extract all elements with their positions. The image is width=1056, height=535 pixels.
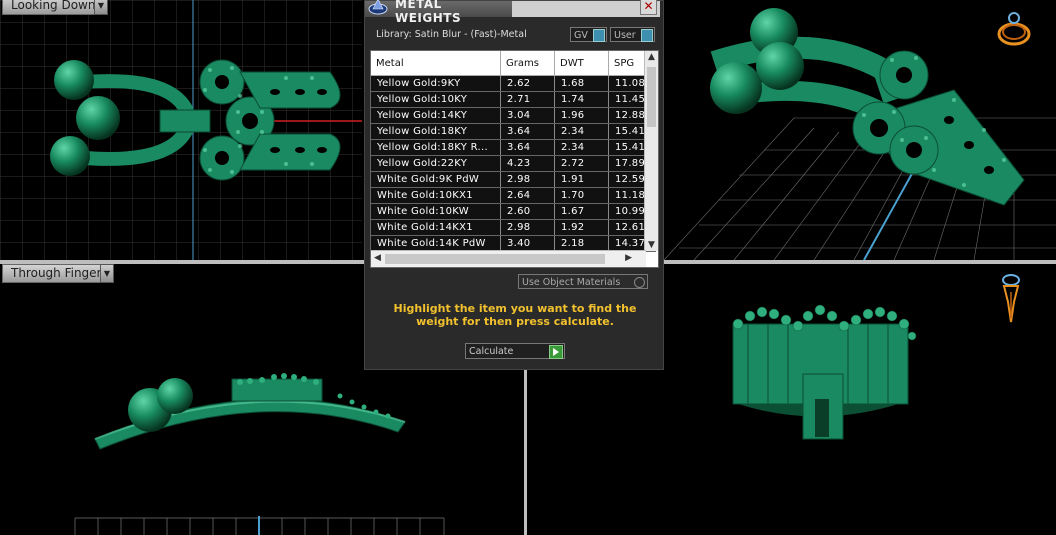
vertical-scroll-thumb[interactable] (647, 67, 656, 127)
dwt-cell: 1.67 (554, 203, 609, 220)
dwt-cell: 2.72 (554, 155, 609, 172)
dwt-cell: 1.70 (554, 187, 609, 204)
table-row[interactable]: Yellow Gold:9KY 2.62 1.68 11.08 (371, 75, 656, 92)
use-object-materials-toggle[interactable]: Use Object Materials (518, 274, 648, 289)
radio-indicator-icon (634, 277, 645, 288)
metal-cell: Yellow Gold:18KY (371, 123, 501, 140)
top-view-model (0, 0, 362, 260)
grams-cell: 3.04 (500, 107, 555, 124)
grams-cell: 3.64 (500, 123, 555, 140)
use-object-materials-label: Use Object Materials (522, 277, 621, 288)
metal-cell: White Gold:10KW (371, 203, 501, 220)
viewport-looking-down[interactable]: Looking Down ▼ (0, 0, 362, 260)
table-row[interactable]: White Gold:14KX1 2.98 1.92 12.61 (371, 219, 656, 236)
dwt-cell: 2.34 (554, 139, 609, 156)
gv-toggle-label: GV (574, 30, 588, 41)
ring-side-orientation-icon[interactable] (996, 272, 1026, 328)
grams-cell: 4.23 (500, 155, 555, 172)
dialog-title-bar[interactable]: METAL WEIGHTS (365, 0, 512, 25)
user-toggle[interactable]: User (610, 27, 655, 42)
grams-cell: 2.71 (500, 91, 555, 108)
toggle-knob-icon (593, 29, 605, 42)
dwt-cell: 1.74 (554, 91, 609, 108)
scroll-left-icon[interactable]: ◀ (374, 253, 381, 263)
calculate-label: Calculate (469, 346, 514, 357)
viewport-dropdown-chevron-icon[interactable]: ▼ (94, 0, 108, 15)
table-row[interactable]: White Gold:10KW 2.60 1.67 10.99 (371, 203, 656, 220)
grams-cell: 2.98 (500, 171, 555, 188)
viewport-label-through-finger[interactable]: Through Finger (2, 264, 111, 283)
table-row[interactable]: Yellow Gold:14KY 3.04 1.96 12.88 (371, 107, 656, 124)
table-row[interactable]: Yellow Gold:18KY R... 3.64 2.34 15.41 (371, 139, 656, 156)
table-row[interactable]: White Gold:9K PdW 2.98 1.91 12.59 (371, 171, 656, 188)
viewport-label-looking-down[interactable]: Looking Down (2, 0, 105, 15)
instruction-text: Highlight the item you want to find the … (393, 302, 637, 328)
table-row[interactable]: White Gold:10KX1 2.64 1.70 11.18 (371, 187, 656, 204)
dialog-title: METAL WEIGHTS (395, 0, 462, 25)
metal-weights-table: Metal Grams DWT SPG Yellow Gold:9KY 2.62 1… (370, 50, 659, 268)
library-label: Library: Satin Blur - (Fast)-Metal (376, 29, 527, 40)
table-vertical-scrollbar[interactable]: ▲ ▼ (644, 51, 658, 251)
grams-cell: 2.60 (500, 203, 555, 220)
metal-cell: Yellow Gold:18KY R... (371, 139, 501, 156)
gv-toggle[interactable]: GV (570, 27, 607, 42)
column-header-grams[interactable]: Grams (500, 51, 555, 76)
scroll-right-icon[interactable]: ▶ (625, 253, 632, 263)
dialog-title-bar-extension[interactable]: ✕ (512, 0, 660, 17)
horizontal-scroll-thumb[interactable] (385, 254, 605, 264)
metal-cell: Yellow Gold:9KY (371, 75, 501, 92)
metal-cell: Yellow Gold:22KY (371, 155, 501, 172)
table-row[interactable]: Yellow Gold:10KY 2.71 1.74 11.45 (371, 91, 656, 108)
scroll-up-icon[interactable]: ▲ (648, 52, 655, 62)
dwt-cell: 1.96 (554, 107, 609, 124)
metal-cell: White Gold:10KX1 (371, 187, 501, 204)
grams-cell: 2.64 (500, 187, 555, 204)
metal-cell: Yellow Gold:10KY (371, 91, 501, 108)
user-toggle-label: User (614, 30, 636, 41)
ring-orientation-icon[interactable] (994, 10, 1034, 50)
grams-cell: 3.64 (500, 139, 555, 156)
table-horizontal-scrollbar[interactable]: ◀ ▶ (371, 250, 646, 267)
dwt-cell: 1.91 (554, 171, 609, 188)
dwt-cell: 1.68 (554, 75, 609, 92)
column-header-metal[interactable]: Metal (371, 51, 501, 76)
table-row[interactable]: Yellow Gold:18KY 3.64 2.34 15.41 (371, 123, 656, 140)
calculate-button[interactable]: Calculate (465, 343, 565, 359)
dwt-cell: 1.92 (554, 219, 609, 236)
viewport-divider-vertical[interactable] (524, 370, 527, 535)
viewport-dropdown-chevron-icon[interactable]: ▼ (100, 264, 114, 283)
grams-cell: 2.62 (500, 75, 555, 92)
metal-cell: White Gold:9K PdW (371, 171, 501, 188)
metal-weights-icon (368, 0, 388, 15)
dwt-cell: 2.34 (554, 123, 609, 140)
table-row[interactable]: Yellow Gold:22KY 4.23 2.72 17.89 (371, 155, 656, 172)
metal-cell: White Gold:14KX1 (371, 219, 501, 236)
play-arrow-icon (549, 345, 563, 359)
metal-cell: Yellow Gold:14KY (371, 107, 501, 124)
viewport-perspective[interactable] (664, 0, 1056, 260)
metal-weights-dialog: METAL WEIGHTS ✕ Library: Satin Blur - (F… (364, 0, 664, 370)
toggle-knob-icon (641, 29, 653, 42)
table-header-row: Metal Grams DWT SPG (371, 51, 656, 76)
close-icon[interactable]: ✕ (640, 0, 657, 15)
column-header-dwt[interactable]: DWT (554, 51, 609, 76)
scroll-down-icon[interactable]: ▼ (648, 240, 655, 250)
grams-cell: 2.98 (500, 219, 555, 236)
